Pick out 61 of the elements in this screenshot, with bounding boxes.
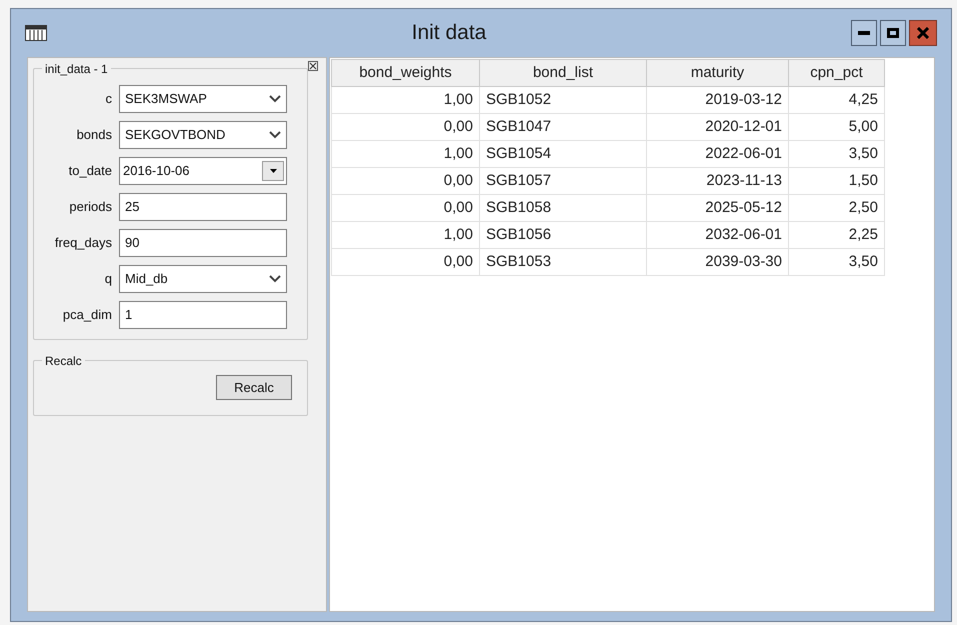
dropdown-button[interactable] <box>262 161 284 181</box>
table-cell: SGB1047 <box>480 114 646 140</box>
dropdown[interactable]: Mid_db <box>119 265 287 293</box>
field-label: q <box>104 270 113 288</box>
table-cell: 2,50 <box>788 194 884 222</box>
field-label: periods <box>68 198 113 216</box>
table-cell: SGB1053 <box>480 248 646 276</box>
table-cell: 1,00 <box>332 86 480 114</box>
maximize-icon <box>887 28 899 38</box>
close-icon[interactable] <box>308 61 318 71</box>
table-cell: SGB1058 <box>480 194 646 222</box>
table-cell: 1,00 <box>332 222 480 248</box>
minimize-button[interactable] <box>851 20 877 46</box>
close-button[interactable] <box>909 20 937 46</box>
dropdown[interactable]: SEK3MSWAP <box>119 85 287 113</box>
table-cell: 3,50 <box>788 248 884 276</box>
close-icon <box>917 27 929 39</box>
field-label: pca_dim <box>62 306 113 324</box>
table-cell: 3,50 <box>788 140 884 168</box>
chevron-down-icon <box>269 95 281 103</box>
maximize-button[interactable] <box>880 20 906 46</box>
table-cell: 4,25 <box>788 86 884 114</box>
table-cell: SGB1057 <box>480 168 646 194</box>
table-cell: 0,00 <box>332 194 480 222</box>
field-label: bonds <box>76 126 113 144</box>
table-cell: SGB1054 <box>480 140 646 168</box>
table-cell: 2023-11-13 <box>646 168 788 194</box>
recalc-button[interactable]: Recalc <box>216 375 292 400</box>
table-cell: SGB1052 <box>480 86 646 114</box>
input-field[interactable]: 90 <box>119 229 287 257</box>
column-header[interactable]: bond_weights <box>332 60 480 86</box>
input-field[interactable]: 25 <box>119 193 287 221</box>
table-cell: 2025-05-12 <box>646 194 788 222</box>
table-cell: 5,00 <box>788 114 884 140</box>
minimize-icon <box>858 31 870 35</box>
column-header[interactable]: bond_list <box>480 60 646 86</box>
table-cell: 2032-06-01 <box>646 222 788 248</box>
chevron-down-icon <box>269 131 281 139</box>
input-field[interactable]: 1 <box>119 301 287 329</box>
table-cell: 1,50 <box>788 168 884 194</box>
table-cell: 1,00 <box>332 140 480 168</box>
table-cell: 2022-06-01 <box>646 140 788 168</box>
window-title: Init data <box>412 20 486 46</box>
table-cell: 2020-12-01 <box>646 114 788 140</box>
column-header[interactable]: cpn_pct <box>788 60 884 86</box>
table-cell: 2019-03-12 <box>646 86 788 114</box>
field-label: c <box>104 90 113 108</box>
chevron-down-icon <box>269 275 281 283</box>
date-picker[interactable]: 2016-10-06 <box>119 157 287 185</box>
caret-down-icon <box>270 169 276 173</box>
table-cell: 0,00 <box>332 168 480 194</box>
column-header[interactable]: maturity <box>646 60 788 86</box>
dropdown[interactable]: SEKGOVTBOND <box>119 121 287 149</box>
table-cell: 0,00 <box>332 114 480 140</box>
table-cell: 2039-03-30 <box>646 248 788 276</box>
field-label: to_date <box>68 162 113 180</box>
table-icon <box>25 25 47 41</box>
table-cell: SGB1056 <box>480 222 646 248</box>
table-cell: 0,00 <box>332 248 480 276</box>
table-cell: 2,25 <box>788 222 884 248</box>
field-label: freq_days <box>54 234 113 252</box>
